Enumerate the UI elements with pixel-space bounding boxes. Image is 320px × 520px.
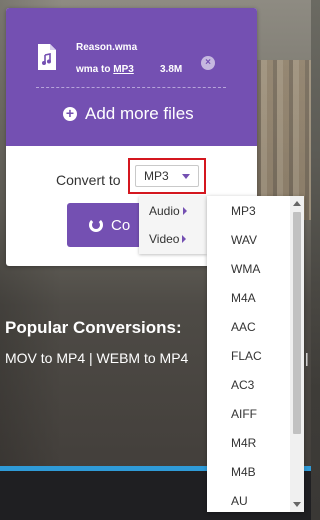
format-option[interactable]: FLAC [231, 349, 262, 363]
conversion-target-link[interactable]: MP3 [113, 64, 134, 75]
chevron-down-icon [182, 174, 190, 179]
scroll-down-icon[interactable] [293, 502, 301, 507]
category-label: Audio [149, 204, 180, 218]
divider [36, 87, 226, 88]
format-option[interactable]: M4A [231, 291, 256, 305]
file-conversion: wma to MP3 [76, 64, 134, 75]
add-more-files-button[interactable]: + Add more files [63, 104, 194, 124]
popular-conversions-title: Popular Conversions: [5, 318, 182, 337]
scroll-up-icon[interactable] [293, 201, 301, 206]
format-option[interactable]: AAC [231, 320, 256, 334]
chevron-right-icon [182, 235, 187, 243]
scrollbar-thumb[interactable] [293, 212, 301, 434]
conversion-prefix: wma to [76, 64, 111, 75]
convert-button[interactable]: Co [67, 203, 147, 247]
format-option[interactable]: WAV [231, 233, 257, 247]
category-label: Video [149, 232, 180, 246]
scrollbar[interactable] [290, 196, 304, 512]
format-option[interactable]: MP3 [231, 204, 256, 218]
format-option[interactable]: AIFF [231, 407, 257, 421]
popular-conversions-links[interactable]: MOV to MP4 | WEBM to MP4 [5, 350, 188, 366]
format-option[interactable]: AU [231, 494, 248, 508]
category-audio[interactable]: Audio [149, 204, 187, 218]
add-more-files-label: Add more files [85, 104, 194, 123]
remove-file-button[interactable]: × [201, 56, 215, 70]
format-option[interactable]: WMA [231, 262, 260, 276]
audio-file-icon [38, 44, 56, 70]
file-panel: Reason.wma wma to MP3 3.8M × + Add more … [6, 8, 257, 146]
popular-conversions-separator: | [305, 350, 309, 366]
format-option[interactable]: M4R [231, 436, 256, 450]
category-video[interactable]: Video [149, 232, 187, 246]
format-option[interactable]: M4B [231, 465, 256, 479]
format-select-highlight: MP3 [128, 158, 206, 194]
convert-icon [89, 218, 103, 232]
format-option[interactable]: AC3 [231, 378, 254, 392]
format-list: MP3 WAV WMA M4A AAC FLAC AC3 AIFF M4R M4… [207, 196, 304, 512]
format-select[interactable]: MP3 [135, 165, 199, 187]
plus-icon: + [63, 106, 77, 121]
convert-button-label: Co [111, 216, 131, 234]
convert-to-label: Convert to [56, 172, 121, 188]
format-select-value: MP3 [144, 169, 169, 183]
file-name: Reason.wma [76, 42, 138, 53]
file-size: 3.8M [160, 64, 183, 75]
chevron-right-icon [182, 207, 187, 215]
category-menu: Audio Video [139, 196, 207, 254]
